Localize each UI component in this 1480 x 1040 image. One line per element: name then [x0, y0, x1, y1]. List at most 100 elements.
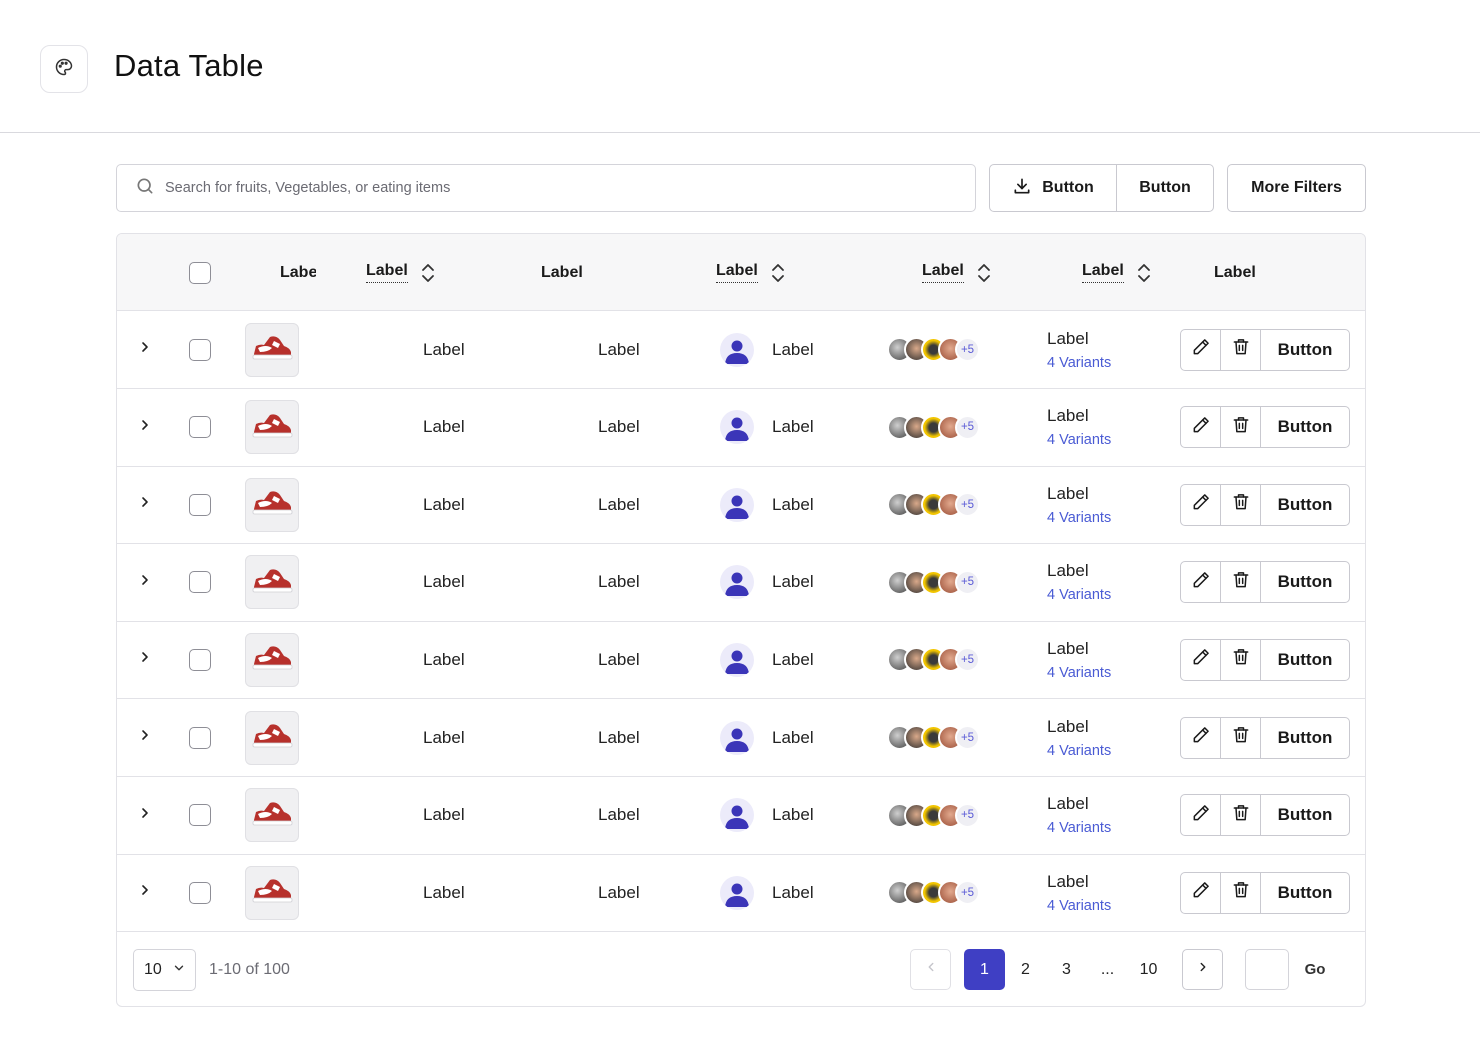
- select-all-checkbox[interactable]: [189, 261, 211, 284]
- row-checkbox[interactable]: [189, 416, 211, 439]
- more-avatars-badge[interactable]: +5: [955, 337, 980, 362]
- product-thumbnail: [245, 865, 299, 920]
- more-avatars-badge[interactable]: +5: [955, 647, 980, 673]
- expand-row-button[interactable]: [137, 466, 153, 543]
- search-box[interactable]: [116, 164, 976, 212]
- row-action-button[interactable]: Button: [1261, 795, 1349, 835]
- more-avatars-badge[interactable]: +5: [955, 725, 980, 750]
- row-checkbox[interactable]: [189, 493, 211, 516]
- variants-link[interactable]: 4 Variants: [1047, 820, 1111, 836]
- prev-page-button[interactable]: [910, 949, 951, 990]
- sneaker-icon: [250, 798, 294, 833]
- variants-link[interactable]: 4 Variants: [1047, 355, 1111, 371]
- row-checkbox[interactable]: [189, 804, 211, 827]
- delete-button[interactable]: [1221, 562, 1261, 603]
- edit-button[interactable]: [1181, 872, 1221, 913]
- delete-button[interactable]: [1221, 639, 1261, 680]
- row-checkbox[interactable]: [189, 338, 211, 361]
- edit-button[interactable]: [1181, 795, 1221, 836]
- page-button[interactable]: 2: [1005, 949, 1046, 990]
- row-actions: Button: [1180, 854, 1350, 931]
- variants-link[interactable]: 4 Variants: [1047, 510, 1111, 526]
- search-input[interactable]: [165, 180, 925, 196]
- download-button[interactable]: Button: [990, 165, 1117, 211]
- edit-button[interactable]: [1181, 717, 1221, 758]
- more-avatars-badge[interactable]: +5: [955, 414, 980, 440]
- expand-row-button[interactable]: [137, 544, 153, 621]
- delete-button[interactable]: [1221, 717, 1261, 758]
- edit-button[interactable]: [1181, 639, 1221, 680]
- row-action-button[interactable]: Button: [1261, 873, 1349, 913]
- expand-row-button[interactable]: [137, 621, 153, 698]
- user-name: Label: [772, 417, 814, 437]
- row-checkbox[interactable]: [189, 571, 211, 594]
- more-avatars-badge[interactable]: +5: [955, 802, 980, 828]
- expand-row-button[interactable]: [137, 699, 153, 776]
- column-header-4[interactable]: Label: [716, 234, 786, 311]
- row-action-button[interactable]: Button: [1261, 330, 1349, 370]
- user-cell: Label: [720, 699, 814, 776]
- pencil-icon: [1191, 415, 1211, 440]
- delete-button[interactable]: [1221, 407, 1261, 448]
- column-header-6[interactable]: Label: [1082, 234, 1152, 311]
- edit-button[interactable]: [1181, 329, 1221, 370]
- row-action-button[interactable]: Button: [1261, 562, 1349, 602]
- delete-button[interactable]: [1221, 795, 1261, 836]
- page-size-select[interactable]: 10: [133, 949, 196, 991]
- edit-button[interactable]: [1181, 562, 1221, 603]
- expand-row-button[interactable]: [137, 854, 153, 931]
- page-button[interactable]: 1: [964, 949, 1005, 990]
- secondary-button[interactable]: Button: [1117, 165, 1213, 211]
- more-avatars-badge[interactable]: +5: [955, 569, 980, 595]
- action-button-group: Button: [1180, 871, 1350, 914]
- row-action-button[interactable]: Button: [1261, 640, 1349, 680]
- edit-button[interactable]: [1181, 407, 1221, 448]
- table-row: Label Label Label +5 Label 4 Variants Bu…: [117, 311, 1365, 389]
- row-action-button[interactable]: Button: [1261, 485, 1349, 525]
- delete-button[interactable]: [1221, 872, 1261, 913]
- goto-page-input[interactable]: [1245, 949, 1289, 990]
- edit-button[interactable]: [1181, 484, 1221, 525]
- go-button[interactable]: Go: [1295, 949, 1335, 990]
- expand-row-button[interactable]: [137, 389, 153, 466]
- expand-row-button[interactable]: [137, 311, 153, 388]
- data-table: Label Label Label Label Label Label: [116, 233, 1366, 1007]
- row-checkbox[interactable]: [189, 881, 211, 904]
- page-button[interactable]: 10: [1128, 949, 1169, 990]
- variant-cell: Label 4 Variants: [1047, 621, 1111, 698]
- product-thumbnail: [245, 632, 299, 687]
- row-checkbox[interactable]: [189, 648, 211, 671]
- more-avatars-badge[interactable]: +5: [955, 880, 980, 906]
- table-row: Label Label Label +5 Label 4 Variants Bu…: [117, 854, 1365, 933]
- user-avatar: [720, 565, 754, 600]
- column-header-5[interactable]: Label: [922, 234, 992, 311]
- column-header-2[interactable]: Label: [366, 234, 436, 311]
- variants-link[interactable]: 4 Variants: [1047, 898, 1111, 914]
- delete-button[interactable]: [1221, 329, 1261, 370]
- more-avatars-badge[interactable]: +5: [955, 492, 980, 518]
- delete-button[interactable]: [1221, 484, 1261, 525]
- column-header-label: Label: [1082, 262, 1124, 283]
- variants-link[interactable]: 4 Variants: [1047, 743, 1111, 759]
- variants-link[interactable]: 4 Variants: [1047, 665, 1111, 681]
- next-page-button[interactable]: [1182, 949, 1223, 990]
- sort-icon[interactable]: [770, 262, 786, 284]
- user-cell: Label: [720, 389, 814, 466]
- sort-icon[interactable]: [976, 262, 992, 284]
- row-label-1: Label: [423, 417, 465, 437]
- row-action-button[interactable]: Button: [1261, 718, 1349, 758]
- table-row: Label Label Label +5 Label 4 Variants Bu…: [117, 777, 1365, 855]
- sort-icon[interactable]: [1136, 262, 1152, 284]
- chevron-right-icon: [137, 649, 153, 670]
- variants-link[interactable]: 4 Variants: [1047, 432, 1111, 448]
- logo-box[interactable]: [40, 45, 88, 93]
- expand-row-button[interactable]: [137, 777, 153, 854]
- row-actions: Button: [1180, 389, 1350, 466]
- sort-icon[interactable]: [420, 262, 436, 284]
- row-checkbox[interactable]: [189, 726, 211, 749]
- page-button[interactable]: 3: [1046, 949, 1087, 990]
- row-action-button[interactable]: Button: [1261, 407, 1349, 447]
- row-label-2: Label: [598, 572, 640, 592]
- more-filters-button[interactable]: More Filters: [1227, 164, 1366, 212]
- variants-link[interactable]: 4 Variants: [1047, 587, 1111, 603]
